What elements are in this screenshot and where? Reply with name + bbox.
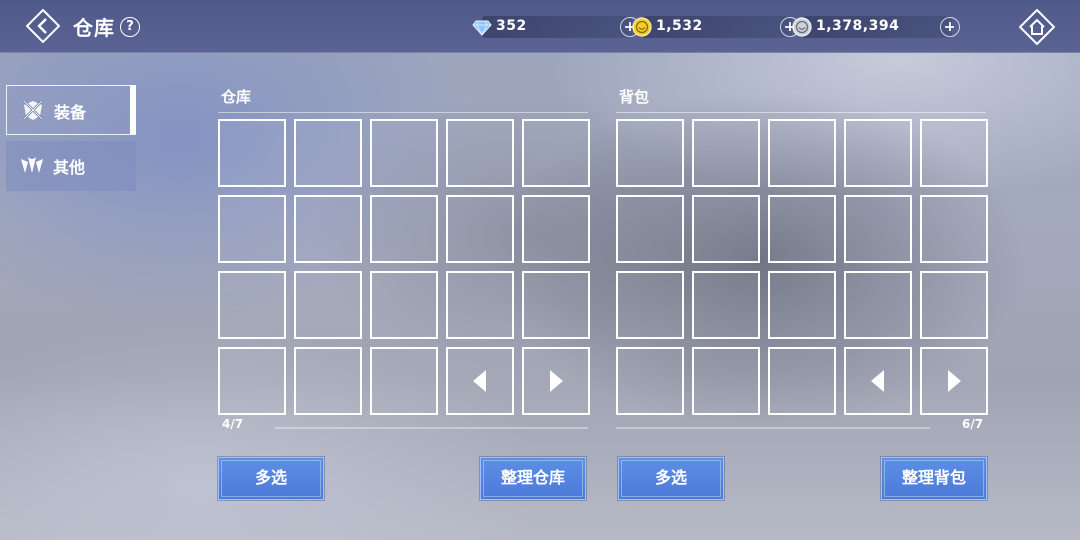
warehouse-slot[interactable] — [294, 195, 362, 263]
backpack-slot[interactable] — [692, 271, 760, 339]
backpack-slot[interactable] — [920, 271, 988, 339]
add-silver-button[interactable] — [940, 17, 960, 37]
warehouse-slot[interactable] — [218, 271, 286, 339]
tab-equipment[interactable]: 装备 — [6, 85, 136, 135]
backpack-scrollbar[interactable] — [616, 427, 930, 429]
selected-tab-indicator — [130, 85, 136, 134]
backpack-slot[interactable] — [616, 119, 684, 187]
warehouse-slot[interactable] — [522, 195, 590, 263]
home-button[interactable] — [1019, 9, 1055, 45]
warehouse-divider — [218, 112, 588, 113]
backpack-slot[interactable] — [692, 347, 760, 415]
backpack-slot[interactable] — [768, 195, 836, 263]
silver-coin-icon — [792, 17, 812, 37]
backpack-prev-page-button[interactable] — [844, 347, 912, 415]
warehouse-slot[interactable] — [294, 119, 362, 187]
warehouse-slot[interactable] — [218, 119, 286, 187]
backpack-divider — [616, 112, 986, 113]
warehouse-slot[interactable] — [370, 195, 438, 263]
currency-silver: 1,378,394 — [792, 16, 960, 38]
warehouse-slot[interactable] — [446, 271, 514, 339]
warehouse-slot[interactable] — [370, 271, 438, 339]
warehouse-slot[interactable] — [218, 347, 286, 415]
sort-warehouse-button[interactable]: 整理仓库 — [480, 457, 586, 500]
backpack-title: 背包 — [619, 88, 650, 106]
tab-equipment-label: 装备 — [54, 103, 87, 122]
backpack-grid — [616, 119, 988, 415]
gold-count: 1,532 — [656, 18, 703, 34]
diamond-icon — [472, 17, 492, 37]
backpack-slot[interactable] — [616, 347, 684, 415]
page-title: 仓库 — [73, 16, 115, 40]
backpack-slot[interactable] — [616, 271, 684, 339]
warehouse-slot[interactable] — [522, 271, 590, 339]
arrow-left-icon — [473, 370, 486, 392]
currency-gold: 1,532 — [632, 16, 800, 38]
warehouse-slot[interactable] — [446, 119, 514, 187]
warehouse-slot[interactable] — [522, 119, 590, 187]
warehouse-slot[interactable] — [370, 119, 438, 187]
backpack-multi-select-button[interactable]: 多选 — [618, 457, 724, 500]
backpack-slot[interactable] — [768, 119, 836, 187]
other-items-icon — [20, 154, 44, 176]
backpack-slot[interactable] — [920, 119, 988, 187]
tab-other[interactable]: 其他 — [6, 141, 136, 191]
backpack-slot[interactable] — [844, 271, 912, 339]
diamond-count: 352 — [496, 18, 527, 34]
backpack-slot[interactable] — [844, 119, 912, 187]
backpack-next-page-button[interactable] — [920, 347, 988, 415]
arrow-left-icon — [871, 370, 884, 392]
warehouse-slot[interactable] — [218, 195, 286, 263]
warehouse-slot[interactable] — [294, 347, 362, 415]
backpack-slot[interactable] — [920, 195, 988, 263]
sort-backpack-button[interactable]: 整理背包 — [881, 457, 987, 500]
warehouse-grid — [218, 119, 590, 415]
tab-other-label: 其他 — [53, 158, 86, 177]
warehouse-scrollbar[interactable] — [275, 427, 588, 429]
warehouse-page-indicator: 4/7 — [222, 417, 244, 431]
warehouse-slot[interactable] — [370, 347, 438, 415]
backpack-slot[interactable] — [692, 195, 760, 263]
backpack-slot[interactable] — [692, 119, 760, 187]
arrow-right-icon — [550, 370, 563, 392]
warehouse-slot[interactable] — [446, 195, 514, 263]
warehouse-multi-select-button[interactable]: 多选 — [218, 457, 324, 500]
backpack-slot[interactable] — [844, 195, 912, 263]
back-diamond-icon — [26, 9, 60, 43]
home-icon — [1019, 9, 1055, 45]
warehouse-title: 仓库 — [221, 88, 252, 106]
warehouse-prev-page-button[interactable] — [446, 347, 514, 415]
equipment-icon — [21, 99, 45, 121]
top-bar: 仓库 ? 352 1,532 1,378,394 — [0, 0, 1080, 53]
backpack-slot[interactable] — [616, 195, 684, 263]
silver-count: 1,378,394 — [816, 18, 900, 34]
backpack-slot[interactable] — [768, 347, 836, 415]
currency-diamonds: 352 — [472, 16, 640, 38]
back-button[interactable] — [26, 9, 60, 43]
warehouse-slot[interactable] — [294, 271, 362, 339]
gold-coin-icon — [632, 17, 652, 37]
backpack-slot[interactable] — [768, 271, 836, 339]
backpack-page-indicator: 6/7 — [962, 417, 984, 431]
help-icon[interactable]: ? — [120, 17, 140, 37]
arrow-right-icon — [948, 370, 961, 392]
warehouse-next-page-button[interactable] — [522, 347, 590, 415]
